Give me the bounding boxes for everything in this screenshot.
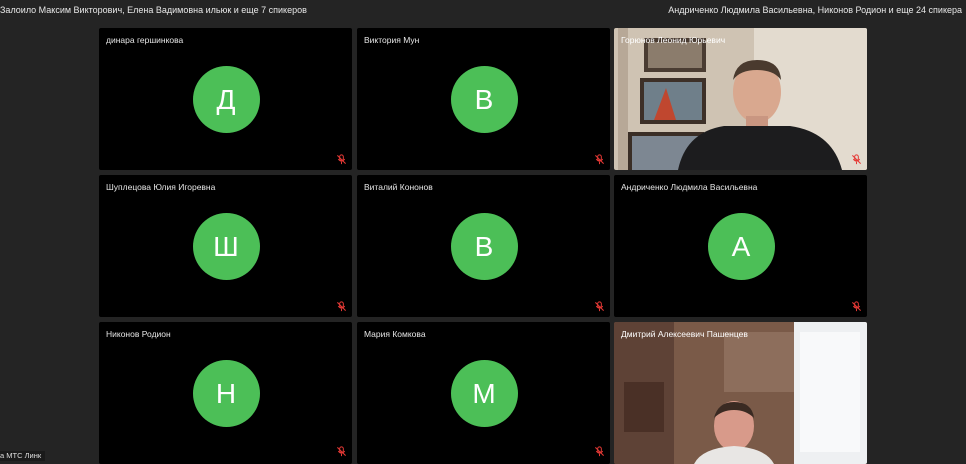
- avatar: А: [707, 213, 775, 280]
- participant-name: Мария Комкова: [364, 329, 426, 339]
- speakers-right-label[interactable]: Андриченко Людмила Васильевна, Никонов Р…: [668, 5, 962, 15]
- participant-tile[interactable]: Мария Комкова М: [357, 322, 610, 464]
- avatar: В: [450, 66, 518, 133]
- participant-name: Никонов Родион: [106, 329, 171, 339]
- participant-tile[interactable]: Андриченко Людмила Васильевна А: [614, 175, 867, 317]
- participant-name: Виктория Мун: [364, 35, 420, 45]
- participant-name: Горюнов Леонид Юрьевич: [621, 35, 726, 45]
- mic-muted-icon: [336, 154, 347, 165]
- participant-tile[interactable]: Шуплецова Юлия Игоревна Ш: [99, 175, 352, 317]
- avatar: Д: [192, 66, 260, 133]
- app-label: а МТС Линк: [0, 451, 46, 461]
- participant-video: [614, 28, 867, 170]
- mic-muted-icon: [594, 154, 605, 165]
- mic-muted-icon: [594, 301, 605, 312]
- speakers-header: Залоило Максим Викторович, Елена Вадимов…: [0, 0, 966, 22]
- participant-name: Виталий Кононов: [364, 182, 433, 192]
- mic-muted-icon: [336, 301, 347, 312]
- participant-tile[interactable]: Виктория Мун В: [357, 28, 610, 170]
- participant-name: Андриченко Людмила Васильевна: [621, 182, 758, 192]
- participant-tile[interactable]: динара гершинкова Д: [99, 28, 352, 170]
- speakers-left-label[interactable]: Залоило Максим Викторович, Елена Вадимов…: [0, 5, 307, 15]
- mic-muted-icon: [336, 446, 347, 457]
- mic-muted-icon: [851, 301, 862, 312]
- avatar: В: [450, 213, 518, 280]
- avatar: Ш: [192, 213, 260, 280]
- avatar: М: [450, 360, 518, 427]
- participant-name: Шуплецова Юлия Игоревна: [106, 182, 216, 192]
- mic-muted-icon: [594, 446, 605, 457]
- participant-tile-video[interactable]: Дмитрий Алексеевич Пашенцев: [614, 322, 867, 464]
- participant-name: динара гершинкова: [106, 35, 184, 45]
- participant-tile-video[interactable]: Горюнов Леонид Юрьевич: [614, 28, 867, 170]
- participant-video: [614, 322, 867, 464]
- participant-tile[interactable]: Виталий Кононов В: [357, 175, 610, 317]
- mic-muted-icon: [851, 154, 862, 165]
- participant-name: Дмитрий Алексеевич Пашенцев: [621, 329, 748, 339]
- avatar: Н: [192, 360, 260, 427]
- participant-tile[interactable]: Никонов Родион Н: [99, 322, 352, 464]
